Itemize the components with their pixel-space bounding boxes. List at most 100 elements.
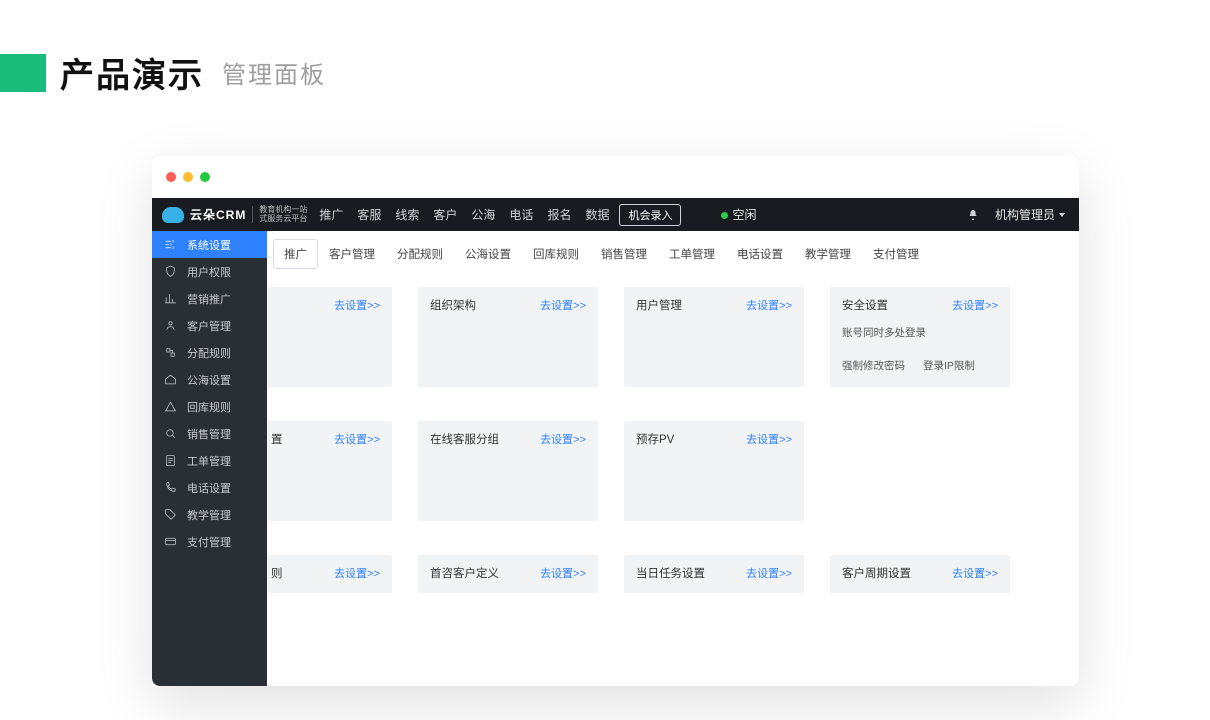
nav-item-电话[interactable]: 电话: [509, 206, 533, 223]
sidebar-item-销售管理[interactable]: 销售管理: [152, 420, 267, 447]
cards-grid: 去设置>>组织架构去设置>>用户管理去设置>>安全设置去设置>>账号同时多处登录…: [267, 287, 1053, 686]
phone-icon: [164, 481, 177, 494]
sidebar-label: 客户管理: [187, 318, 231, 334]
card-subitem[interactable]: 账号同时多处登录: [842, 325, 926, 340]
sidebar-item-教学管理[interactable]: 教学管理: [152, 501, 267, 528]
user-menu[interactable]: 机构管理员: [995, 206, 1065, 223]
min-dot[interactable]: [183, 172, 193, 182]
settings-card: 安全设置去设置>>账号同时多处登录强制修改密码登录IP限制: [830, 287, 1010, 387]
go-settings-link[interactable]: 去设置>>: [334, 565, 380, 581]
nav-item-客服[interactable]: 客服: [357, 206, 381, 223]
settings-card: 首咨客户定义 去设置>>: [418, 555, 598, 593]
hero-subtitle: 管理面板: [222, 55, 326, 90]
tab-支付管理[interactable]: 支付管理: [862, 239, 930, 269]
brand-name: 云朵CRM: [190, 206, 246, 223]
accent-block: [0, 54, 46, 92]
settings-card: 当日任务设置去设置>>: [624, 555, 804, 593]
brand[interactable]: 云朵CRM 教育机构一站式服务云平台: [162, 206, 307, 224]
tab-推广[interactable]: 推广: [273, 239, 318, 269]
lens-icon: [164, 427, 177, 440]
tab-销售管理[interactable]: 销售管理: [590, 239, 658, 269]
go-settings-link[interactable]: 去设置>>: [746, 297, 792, 313]
sidebar-label: 工单管理: [187, 453, 231, 469]
card-title-fragment: 则: [271, 565, 283, 581]
nav-item-数据[interactable]: 数据: [585, 206, 609, 223]
content-area: 推广客户管理分配规则公海设置回库规则销售管理工单管理电话设置教学管理支付管理 去…: [267, 231, 1079, 686]
nav-item-公海[interactable]: 公海: [471, 206, 495, 223]
sidebar-item-客户管理[interactable]: 客户管理: [152, 312, 267, 339]
sidebar-label: 用户权限: [187, 264, 231, 280]
go-settings-link[interactable]: 去设置>>: [746, 565, 792, 581]
app-body: 系统设置用户权限营销推广客户管理分配规则公海设置回库规则销售管理工单管理电话设置…: [152, 231, 1079, 686]
tab-分配规则[interactable]: 分配规则: [386, 239, 454, 269]
go-settings-link[interactable]: 去设置>>: [540, 431, 586, 447]
card-row: 则去设置>>首咨客户定义去设置>>当日任务设置去设置>>客户周期设置去设置>>: [267, 555, 1053, 593]
sidebar-item-用户权限[interactable]: 用户权限: [152, 258, 267, 285]
go-settings-link[interactable]: 去设置>>: [952, 565, 998, 581]
close-dot[interactable]: [166, 172, 176, 182]
sidebar-item-分配规则[interactable]: 分配规则: [152, 339, 267, 366]
card-title: 预存PV: [636, 434, 674, 446]
settings-card: 预存PV 去设置>>: [624, 421, 804, 521]
settings-card: 则 去设置>>: [267, 555, 392, 593]
tag-icon: [164, 508, 177, 521]
go-settings-link[interactable]: 去设置>>: [540, 565, 586, 581]
go-settings-link[interactable]: 去设置>>: [334, 297, 380, 313]
sidebar-label: 支付管理: [187, 534, 231, 550]
tab-教学管理[interactable]: 教学管理: [794, 239, 862, 269]
card-row: 去设置>>组织架构去设置>>用户管理去设置>>安全设置去设置>>账号同时多处登录…: [267, 287, 1053, 387]
card-subitem[interactable]: 强制修改密码: [842, 358, 905, 373]
sidebar-item-系统设置[interactable]: 系统设置: [152, 231, 267, 258]
hero-title: 产品演示: [60, 48, 204, 97]
nav-items: 推广客服线索客户公海电话报名数据: [319, 206, 609, 223]
sidebar-label: 营销推广: [187, 291, 231, 307]
sidebar-item-电话设置[interactable]: 电话设置: [152, 474, 267, 501]
go-settings-link[interactable]: 去设置>>: [540, 297, 586, 313]
tabs-row: 推广客户管理分配规则公海设置回库规则销售管理工单管理电话设置教学管理支付管理: [273, 239, 1059, 269]
chevron-down-icon: [1059, 213, 1065, 217]
card-title: 客户周期设置: [842, 568, 911, 580]
app-window: 云朵CRM 教育机构一站式服务云平台 推广客服线索客户公海电话报名数据 机会录入…: [152, 156, 1079, 686]
settings-card: 组织架构 去设置>>: [418, 287, 598, 387]
shield-icon: [164, 265, 177, 278]
sidebar-item-工单管理[interactable]: 工单管理: [152, 447, 267, 474]
card-title: 在线客服分组: [430, 434, 499, 446]
card-subitem[interactable]: 登录IP限制: [923, 358, 975, 373]
tab-电话设置[interactable]: 电话设置: [726, 239, 794, 269]
tab-工单管理[interactable]: 工单管理: [658, 239, 726, 269]
card-title: 首咨客户定义: [430, 568, 499, 580]
sidebar-label: 分配规则: [187, 345, 231, 361]
tab-回库规则[interactable]: 回库规则: [522, 239, 590, 269]
card-subitems: 账号同时多处登录强制修改密码 登录IP限制: [842, 325, 998, 373]
card-icon: [164, 535, 177, 548]
bell-icon[interactable]: [967, 209, 979, 221]
card-title: 用户管理: [636, 300, 682, 312]
tab-公海设置[interactable]: 公海设置: [454, 239, 522, 269]
window-titlebar: [152, 156, 1079, 198]
record-button[interactable]: 机会录入: [619, 204, 681, 226]
status-dot-icon: [721, 212, 728, 219]
settings-card: 置去设置>>: [267, 421, 392, 521]
sidebar-item-公海设置[interactable]: 公海设置: [152, 366, 267, 393]
go-settings-link[interactable]: 去设置>>: [746, 431, 792, 447]
go-settings-link[interactable]: 去设置>>: [952, 297, 998, 313]
max-dot[interactable]: [200, 172, 210, 182]
sidebar-item-回库规则[interactable]: 回库规则: [152, 393, 267, 420]
card-row: 置去设置>> 在线客服分组 去设置>> 预存PV 去设置>>: [267, 421, 1053, 521]
sidebar-label: 销售管理: [187, 426, 231, 442]
sidebar-item-支付管理[interactable]: 支付管理: [152, 528, 267, 555]
settings-card: 去设置>>: [267, 287, 392, 387]
status-indicator[interactable]: 空闲: [721, 206, 756, 223]
nav-item-报名[interactable]: 报名: [547, 206, 571, 223]
settings-card: 客户周期设置 去设置>>: [830, 555, 1010, 593]
nav-item-客户[interactable]: 客户: [433, 206, 457, 223]
nav-item-线索[interactable]: 线索: [395, 206, 419, 223]
sidebar-label: 系统设置: [187, 237, 231, 253]
tab-客户管理[interactable]: 客户管理: [318, 239, 386, 269]
card-title: 组织架构: [430, 300, 476, 312]
nav-item-推广[interactable]: 推广: [319, 206, 343, 223]
sidebar-item-营销推广[interactable]: 营销推广: [152, 285, 267, 312]
sidebar-label: 公海设置: [187, 372, 231, 388]
go-settings-link[interactable]: 去设置>>: [334, 431, 380, 447]
sliders-icon: [164, 238, 177, 251]
